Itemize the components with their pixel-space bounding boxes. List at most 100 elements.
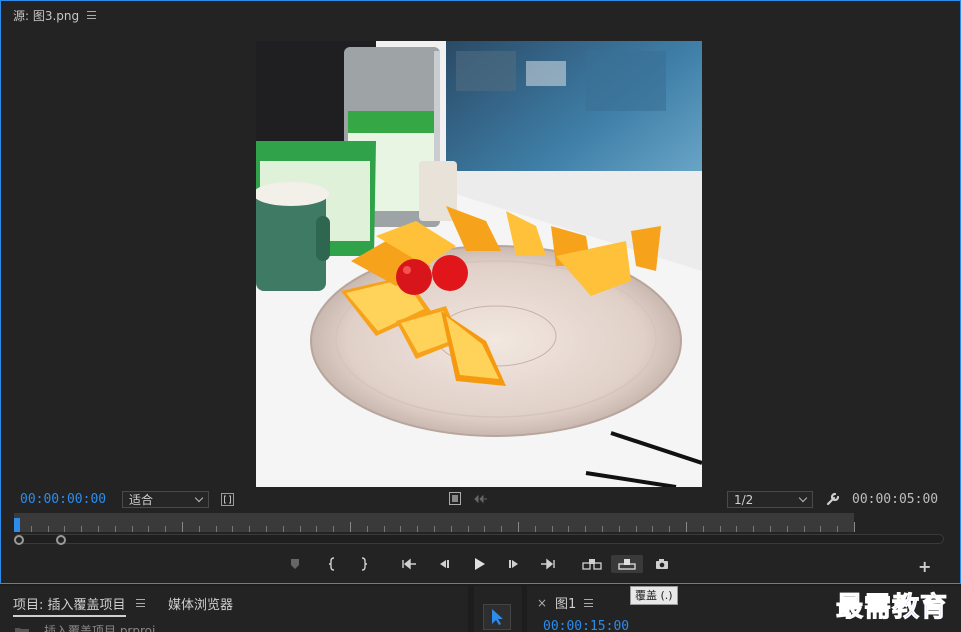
arrow-icon	[492, 609, 503, 625]
play-button[interactable]	[468, 555, 490, 573]
ruler-tick	[114, 526, 116, 532]
mark-out-button[interactable]	[353, 555, 375, 573]
source-time-ruler[interactable]	[14, 513, 855, 532]
mark-in-icon	[328, 557, 335, 571]
marker-icon	[291, 559, 299, 569]
mark-in-button[interactable]	[321, 555, 343, 573]
project-file-name: 插入覆盖项目.prproj	[44, 624, 156, 632]
current-timecode[interactable]: 00:00:00:00	[20, 492, 106, 507]
ruler-tick	[467, 526, 469, 532]
ruler-tick	[81, 526, 83, 532]
ruler-tick	[736, 526, 738, 532]
ruler-tick	[198, 526, 200, 532]
export-frame-button[interactable]	[651, 555, 673, 573]
ruler-tick	[30, 526, 32, 532]
chevron-down-icon	[798, 493, 808, 503]
ruler-tick	[98, 526, 99, 532]
ruler-tick	[249, 526, 251, 532]
ruler-tick	[602, 526, 603, 532]
tab-media-browser[interactable]: 媒体浏览器	[168, 594, 233, 613]
ruler-tick	[333, 526, 335, 532]
source-panel-header[interactable]: 源: 图3.png	[13, 7, 97, 24]
folder-icon	[15, 627, 29, 632]
ruler-tick	[770, 526, 771, 532]
go-to-out-button[interactable]	[537, 555, 559, 573]
step-back-button[interactable]	[433, 555, 455, 573]
selection-tool-button[interactable]	[483, 604, 511, 630]
source-preview-image	[256, 41, 702, 487]
chevron-down-icon	[194, 493, 204, 503]
overwrite-button[interactable]	[611, 555, 643, 573]
ruler-tick	[585, 526, 587, 532]
plus-icon[interactable]: +	[918, 557, 931, 576]
ruler-tick	[148, 526, 150, 532]
ruler-tick	[266, 526, 267, 532]
watermark-logo: 最需教育	[836, 592, 948, 624]
playback-resolution-select[interactable]: 1/2	[727, 491, 813, 508]
ruler-tick	[131, 526, 133, 532]
step-forward-button[interactable]	[503, 555, 525, 573]
wrench-icon[interactable]	[826, 492, 840, 506]
ruler-tick	[618, 526, 620, 532]
panel-menu-icon[interactable]	[584, 599, 593, 607]
tab-sequence[interactable]: 图1	[555, 593, 576, 612]
ruler-tick	[501, 526, 503, 532]
go-to-in-button[interactable]	[398, 555, 420, 573]
ruler-tick	[366, 526, 368, 532]
ruler-tick	[837, 526, 839, 532]
step-back-icon	[440, 560, 449, 568]
insert-icon	[582, 559, 602, 570]
ruler-tick	[182, 522, 183, 532]
ruler-tick	[282, 526, 284, 532]
zoom-scrollbar-handle-right[interactable]	[56, 535, 66, 545]
ruler-tick	[383, 526, 385, 532]
ruler-tick	[652, 526, 654, 532]
ruler-tick	[64, 526, 66, 532]
ruler-tick	[299, 526, 301, 532]
ruler-tick	[47, 526, 49, 532]
play-icon	[475, 558, 485, 570]
source-panel-title[interactable]: 源: 图3.png	[13, 7, 79, 24]
ruler-tick	[400, 526, 402, 532]
zoom-scrollbar-handle-left[interactable]	[14, 535, 24, 545]
ruler-tick	[702, 526, 704, 532]
sequence-timecode[interactable]: 00:00:15:00	[543, 619, 629, 632]
go-to-in-icon	[402, 558, 416, 570]
insert-button[interactable]	[580, 555, 604, 573]
ruler-tick	[450, 526, 452, 532]
panel-menu-icon[interactable]	[87, 11, 97, 19]
ruler-tick	[786, 526, 788, 532]
ruler-tick	[719, 526, 721, 532]
zoom-select[interactable]: 适合	[122, 491, 209, 508]
ruler-tick	[417, 526, 419, 532]
project-file-item[interactable]: 插入覆盖项目.prproj	[14, 622, 155, 632]
ruler-tick	[215, 526, 217, 532]
source-settings-icon[interactable]	[221, 493, 234, 506]
ruler-tick	[434, 526, 435, 532]
ruler-tick	[686, 522, 687, 532]
add-marker-button[interactable]	[284, 555, 306, 573]
ruler-tick	[165, 526, 167, 532]
zoom-select-value: 适合	[129, 493, 154, 507]
go-to-out-icon	[541, 558, 555, 570]
ruler-tick	[753, 526, 755, 532]
tab-project[interactable]: 项目: 插入覆盖项目	[13, 594, 126, 617]
ruler-tick	[232, 526, 234, 532]
ruler-tick	[803, 526, 805, 532]
ruler-tick	[635, 526, 637, 532]
ruler-tick	[669, 526, 671, 532]
panel-menu-icon[interactable]	[136, 599, 145, 607]
audio-waveform-icon[interactable]	[474, 493, 488, 505]
ruler-tick	[534, 526, 536, 532]
ruler-tick	[551, 526, 553, 532]
overwrite-icon	[618, 559, 636, 570]
ruler-tick	[484, 526, 486, 532]
playhead[interactable]	[14, 518, 20, 532]
duration-timecode: 00:00:05:00	[852, 492, 939, 507]
ruler-tick	[568, 526, 570, 532]
zoom-scrollbar[interactable]	[14, 534, 944, 544]
ruler-tick	[350, 522, 351, 532]
camera-icon	[656, 559, 668, 569]
sequence-close-icon[interactable]: ×	[537, 596, 547, 610]
film-icon[interactable]	[449, 492, 461, 505]
